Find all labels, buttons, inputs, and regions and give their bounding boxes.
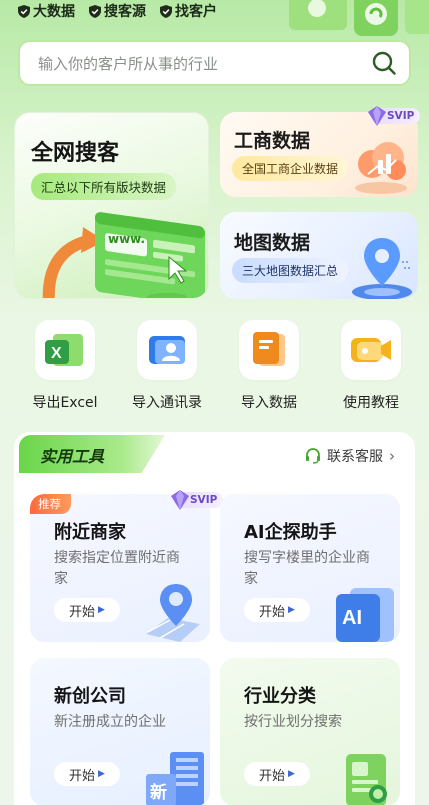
search-icon[interactable] [371, 50, 397, 76]
contact-service-link[interactable]: 联系客服 › [305, 446, 395, 466]
diamond-icon [171, 490, 189, 510]
building-icon: 新 [146, 752, 204, 805]
card-business-data[interactable]: 工商数据 全国工商企业数据 [220, 112, 418, 197]
tool-title: AI企探助手 [244, 522, 337, 543]
card-subtitle: 全国工商企业数据 [232, 156, 349, 181]
document-search-icon [346, 754, 387, 805]
start-label: 开始 [259, 768, 286, 784]
contacts-icon [149, 336, 185, 364]
panel-title: 实用工具 [40, 447, 105, 466]
start-button[interactable]: 开始 ▶ [54, 598, 120, 622]
play-triangle-icon: ▶ [288, 769, 295, 779]
video-tutorial-icon [351, 338, 391, 362]
quick-label: 使用教程 [343, 395, 399, 411]
search-input[interactable]: 输入你的客户所从事的行业 [38, 53, 371, 74]
quick-actions: X 导出Excel 导入通讯录 导入数据 使用教程 [0, 320, 429, 412]
tools-panel: 实用工具 联系客服 › 推荐 附近商家 搜索指定位置附近商家 开始 ▶ SVIP … [14, 432, 415, 805]
svip-label: SVIP [190, 494, 218, 506]
ai-chip-icon: AI [336, 588, 394, 642]
quick-import-contacts[interactable]: 导入通讯录 [116, 320, 218, 412]
badge-find-customer: 找客户 [160, 1, 217, 21]
quick-tutorial[interactable]: 使用教程 [320, 320, 422, 412]
start-label: 开始 [259, 604, 286, 620]
badge-label: 大数据 [33, 4, 75, 20]
card-subtitle: 三大地图数据汇总 [232, 258, 349, 283]
browser-url-text: www. [108, 232, 145, 246]
start-button[interactable]: 开始 ▶ [244, 598, 310, 622]
start-label: 开始 [69, 604, 96, 620]
start-button[interactable]: 开始 ▶ [54, 762, 120, 786]
quick-label: 导入通讯录 [132, 395, 202, 411]
card-title: 全网搜客 [31, 141, 120, 166]
recommend-tag: 推荐 [30, 494, 71, 514]
quick-label: 导入数据 [241, 395, 297, 411]
svip-badge: SVIP [368, 106, 421, 126]
tool-title: 附近商家 [54, 522, 126, 543]
card-web-search[interactable]: 全网搜客 汇总以下所有版块数据 www. [14, 112, 209, 299]
shield-check-icon [160, 4, 172, 18]
quick-import-data[interactable]: 导入数据 [218, 320, 320, 412]
tool-industry-category[interactable]: 行业分类 按行业划分搜索 开始 ▶ [220, 658, 400, 805]
badge-label: 搜客源 [104, 4, 146, 20]
tool-title: 行业分类 [244, 686, 316, 707]
play-triangle-icon: ▶ [98, 605, 105, 615]
start-label: 开始 [69, 768, 96, 784]
play-triangle-icon: ▶ [98, 769, 105, 779]
play-triangle-icon: ▶ [288, 605, 295, 615]
tool-ai-assistant[interactable]: AI企探助手 搜写字楼里的企业商家 开始 ▶ AI [220, 494, 400, 642]
quick-label: 导出Excel [32, 395, 98, 411]
badge-big-data: 大数据 [18, 1, 75, 21]
new-art-text: 新 [150, 782, 167, 803]
tool-desc: 新注册成立的企业 [54, 714, 166, 730]
card-title: 地图数据 [234, 232, 311, 254]
cloud-chart-illustration [355, 142, 407, 194]
badge-search-source: 搜客源 [89, 1, 146, 21]
map-pin-illustration [352, 238, 412, 299]
shield-check-icon [18, 4, 30, 18]
quick-export-excel[interactable]: X 导出Excel [14, 320, 116, 412]
svg-text:X: X [51, 345, 62, 362]
tool-title: 新创公司 [54, 686, 126, 707]
shield-check-icon [89, 4, 101, 18]
card-map-data[interactable]: 地图数据 三大地图数据汇总 [220, 212, 418, 299]
browser-illustration: www. [42, 212, 205, 298]
headset-icon [306, 448, 320, 464]
chevron-right-icon: › [389, 447, 395, 465]
hero-illustration [289, 0, 429, 36]
tool-nearby-merchants[interactable]: 推荐 附近商家 搜索指定位置附近商家 开始 ▶ [30, 494, 210, 642]
service-label: 联系客服 [327, 449, 383, 465]
tool-new-companies[interactable]: 新创公司 新注册成立的企业 开始 ▶ 新 [30, 658, 210, 805]
svip-badge: SVIP [171, 490, 224, 510]
excel-icon: X [45, 334, 83, 366]
import-data-icon [253, 332, 285, 366]
badge-label: 找客户 [175, 4, 217, 20]
ai-art-text: AI [342, 607, 362, 629]
location-pin-icon [146, 584, 200, 642]
top-badges: 大数据 搜客源 找客户 [18, 0, 217, 22]
start-button[interactable]: 开始 ▶ [244, 762, 310, 786]
card-title: 工商数据 [234, 130, 311, 152]
tool-desc: 按行业划分搜索 [244, 714, 342, 730]
diamond-icon [368, 106, 386, 126]
search-bar[interactable]: 输入你的客户所从事的行业 [18, 40, 411, 86]
svip-label: SVIP [387, 110, 415, 122]
